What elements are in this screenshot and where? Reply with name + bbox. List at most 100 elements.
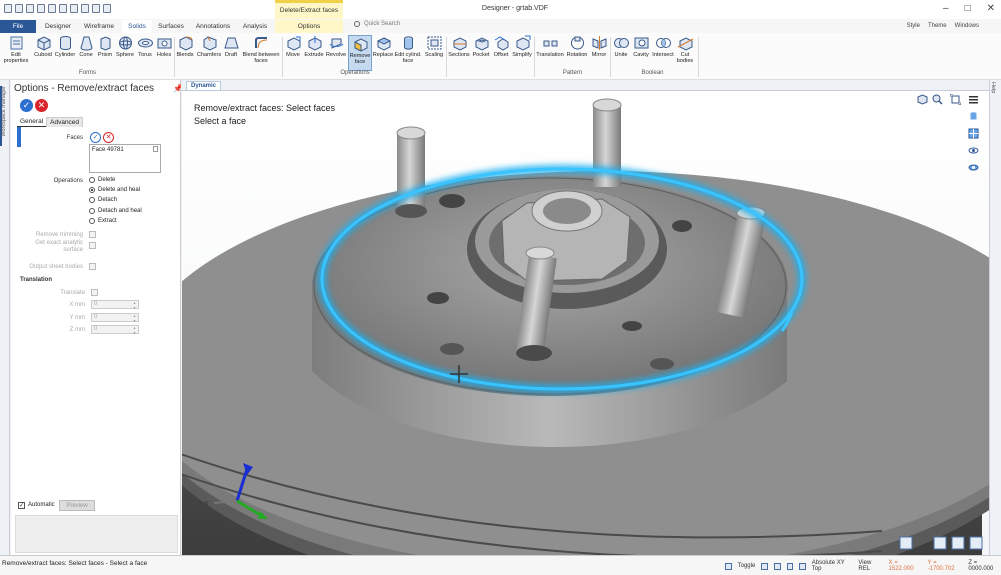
- preview-button[interactable]: Preview: [59, 500, 95, 511]
- delete-icon[interactable]: [153, 146, 158, 152]
- cavity-button[interactable]: Cavity: [631, 35, 651, 58]
- cut-icon[interactable]: [59, 4, 67, 13]
- workspace-manager-strip[interactable]: [0, 80, 10, 555]
- close-button[interactable]: ✕: [987, 3, 995, 14]
- get-analytic-checkbox[interactable]: [89, 242, 96, 249]
- chamfers-button[interactable]: Chamfers: [196, 35, 222, 58]
- 3d-viewport[interactable]: X Remove/extract faces: Select faces Sel…: [182, 91, 989, 555]
- zoom-fit-icon[interactable]: [899, 536, 913, 550]
- view-mode-label[interactable]: View REL: [858, 560, 882, 572]
- pan-icon[interactable]: [951, 536, 965, 550]
- tab-designer[interactable]: Designer: [40, 20, 76, 33]
- grid-snap-icon[interactable]: [773, 562, 781, 570]
- edit-properties-button[interactable]: Edit properties: [2, 35, 30, 64]
- save-all-icon[interactable]: [37, 4, 45, 13]
- radio-detach[interactable]: Detach: [89, 197, 117, 203]
- save-icon[interactable]: [26, 4, 34, 13]
- minimize-button[interactable]: –: [943, 3, 949, 14]
- model-view[interactable]: X: [182, 91, 989, 555]
- rotation-button[interactable]: Rotation: [565, 35, 589, 58]
- holes-button[interactable]: Holes: [155, 35, 173, 58]
- radio-detach-and-heal[interactable]: Detach and heal: [89, 208, 142, 214]
- fit-view-icon[interactable]: [950, 94, 961, 105]
- move-button[interactable]: Move: [283, 35, 303, 58]
- cut-bodies-button[interactable]: Cut bodies: [675, 35, 695, 64]
- tab-analysis[interactable]: Analysis: [239, 20, 271, 33]
- undo-icon[interactable]: [92, 4, 100, 13]
- zoom-window-icon[interactable]: [933, 536, 947, 550]
- unite-button[interactable]: Unite: [611, 35, 631, 58]
- radio-delete-and-heal[interactable]: Delete and heal: [89, 187, 140, 193]
- center-hub[interactable]: [467, 189, 667, 309]
- radio-delete[interactable]: Delete: [89, 177, 115, 183]
- remove-trimming-checkbox[interactable]: [89, 231, 96, 238]
- workspace-manager-label[interactable]: Workspace manager: [1, 86, 7, 137]
- theme-menu[interactable]: Theme: [928, 23, 947, 29]
- tab-surfaces[interactable]: Surfaces: [155, 20, 187, 33]
- translation-button[interactable]: Translation: [535, 35, 565, 58]
- cylinder-button[interactable]: Cylinder: [54, 35, 76, 58]
- print-icon[interactable]: [48, 4, 56, 13]
- scaling-button[interactable]: Scaling: [423, 35, 445, 58]
- edit-cylindrical-face-button[interactable]: Edit cylind. face: [394, 35, 422, 64]
- draft-button[interactable]: Draft: [222, 35, 240, 58]
- faces-list[interactable]: Face 49781: [89, 144, 161, 173]
- style-menu[interactable]: Style: [907, 23, 920, 29]
- snap-icon[interactable]: [761, 562, 768, 570]
- sections-button[interactable]: Sections: [447, 35, 471, 58]
- remove-face-button[interactable]: Remove face: [348, 35, 372, 71]
- x-mm-stepper[interactable]: 0: [91, 300, 139, 310]
- work-plane-label[interactable]: Absolute XY Top: [812, 560, 853, 572]
- new-file-icon[interactable]: [4, 4, 12, 13]
- z-mm-stepper[interactable]: 0: [91, 325, 139, 335]
- blend-between-faces-button[interactable]: Blend between faces: [241, 35, 281, 64]
- mirror-button[interactable]: Mirror: [589, 35, 609, 58]
- ortho-icon[interactable]: [786, 562, 794, 570]
- replace-button[interactable]: Replace: [372, 35, 394, 58]
- torus-button[interactable]: Torus: [136, 35, 154, 58]
- visibility-icon[interactable]: [968, 145, 979, 156]
- tab-advanced[interactable]: Advanced: [46, 117, 84, 127]
- cone-button[interactable]: Cone: [77, 35, 95, 58]
- viewport-tab-dynamic[interactable]: Dynamic: [186, 81, 222, 91]
- toggle-label[interactable]: Toggle: [738, 563, 756, 569]
- cuboid-button[interactable]: Cuboid: [32, 35, 54, 58]
- pocket-button[interactable]: Pocket: [471, 35, 491, 58]
- offset-button[interactable]: Offset: [491, 35, 511, 58]
- cylinder-view-icon[interactable]: [968, 111, 979, 122]
- copy-icon[interactable]: [70, 4, 78, 13]
- render-mode-icon[interactable]: [968, 162, 979, 173]
- grid-view-icon[interactable]: [968, 128, 979, 139]
- ok-button[interactable]: ✓: [20, 99, 33, 112]
- output-sheet-checkbox[interactable]: [89, 263, 96, 270]
- hamburger-menu-icon[interactable]: [968, 94, 979, 105]
- faces-clear-icon[interactable]: ✕: [103, 132, 114, 143]
- tab-file[interactable]: File: [0, 20, 36, 33]
- view-cube-icon[interactable]: [917, 94, 928, 105]
- revolve-button[interactable]: Revolve: [325, 35, 347, 58]
- wheel-stud[interactable]: [395, 126, 427, 218]
- toggle-icon[interactable]: [725, 562, 732, 570]
- y-mm-stepper[interactable]: 0: [91, 313, 139, 323]
- paste-icon[interactable]: [81, 4, 89, 13]
- blends-button[interactable]: Blends: [175, 35, 195, 58]
- tab-wireframe[interactable]: Wireframe: [80, 20, 118, 33]
- translate-checkbox[interactable]: [91, 289, 98, 296]
- extrude-button[interactable]: Extrude: [303, 35, 325, 58]
- help-label[interactable]: Help: [990, 82, 996, 93]
- tab-general[interactable]: General: [17, 117, 47, 127]
- intersect-button[interactable]: Intersect: [651, 35, 675, 58]
- faces-accept-icon[interactable]: ✓: [90, 132, 101, 143]
- prism-button[interactable]: Prism: [96, 35, 114, 58]
- radio-extract[interactable]: Extract: [89, 218, 117, 224]
- automatic-checkbox[interactable]: ✓: [18, 502, 25, 509]
- cancel-button[interactable]: ✕: [35, 99, 48, 112]
- rotate-view-icon[interactable]: [969, 536, 983, 550]
- quick-search-input[interactable]: Quick Search: [352, 21, 522, 31]
- list-item[interactable]: Face 49781: [92, 147, 158, 153]
- tab-solids[interactable]: Solids: [122, 20, 152, 33]
- plane-icon[interactable]: [799, 562, 806, 570]
- zoom-icon[interactable]: [932, 94, 943, 105]
- maximize-button[interactable]: □: [965, 3, 971, 14]
- open-file-icon[interactable]: [15, 4, 23, 13]
